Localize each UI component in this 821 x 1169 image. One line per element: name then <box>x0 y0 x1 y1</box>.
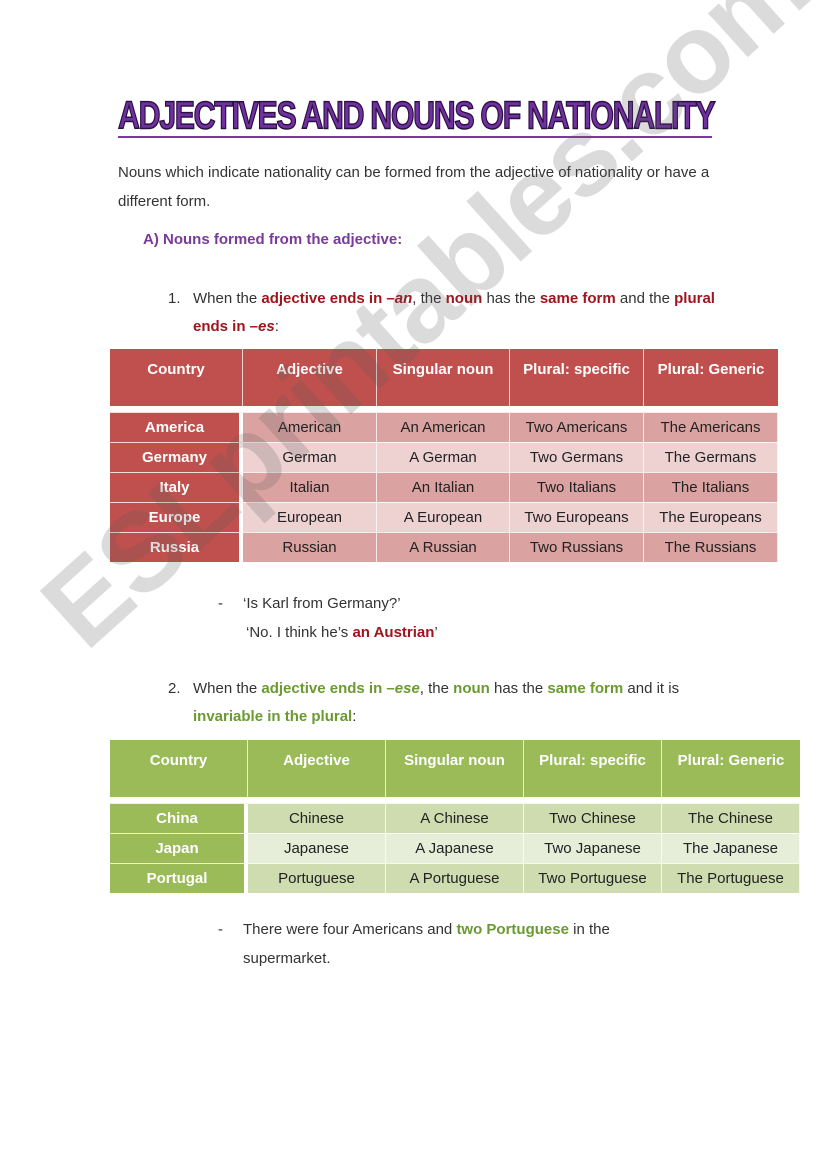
worksheet-page: ADJECTIVES AND NOUNS OF NATIONALITY Noun… <box>0 0 821 1169</box>
highlight: adjective ends in –ese <box>261 680 420 697</box>
column-header: Plural: Generic <box>662 740 800 797</box>
table-row: Portugal Portuguese A Portuguese Two Por… <box>110 863 800 893</box>
highlight: noun <box>445 290 483 307</box>
table-cell: The Germans <box>644 442 778 472</box>
example-1-line-2: ‘No. I think he’s an Austrian’ <box>246 624 438 641</box>
table-cell: Two Italians <box>510 472 644 502</box>
table-cell: European <box>243 502 377 532</box>
section-a-heading: A) Nouns formed from the adjective: <box>143 231 403 248</box>
table-cell: Two Americans <box>510 412 644 442</box>
table-cell: Two Portuguese <box>524 863 662 893</box>
table-cell: Two Chinese <box>524 803 662 833</box>
table-cell: The Portuguese <box>662 863 800 893</box>
country-cell: America <box>110 412 243 442</box>
highlight: an Austrian <box>352 624 435 641</box>
table-cell: The Europeans <box>644 502 778 532</box>
column-header: Plural: specific <box>510 349 644 406</box>
rule-2-number: 2. <box>168 680 181 697</box>
column-header: Plural: Generic <box>644 349 778 406</box>
country-cell: Japan <box>110 833 248 863</box>
country-cell: Germany <box>110 442 243 472</box>
table-row: Japan Japanese A Japanese Two Japanese T… <box>110 833 800 863</box>
table-cell: A German <box>377 442 510 472</box>
table-row: America American An American Two America… <box>110 412 778 442</box>
table-cell: A Portuguese <box>386 863 524 893</box>
column-header: Singular noun <box>377 349 510 406</box>
table-cell: The Italians <box>644 472 778 502</box>
table-cell: The Japanese <box>662 833 800 863</box>
rule-1-number: 1. <box>168 290 181 307</box>
rule-2-text: When the adjective ends in –ese, the nou… <box>193 680 680 725</box>
table-cell: Italian <box>243 472 377 502</box>
table-cell: The Russians <box>644 532 778 562</box>
column-header: Singular noun <box>386 740 524 797</box>
table-cell: German <box>243 442 377 472</box>
table-cell: Two Japanese <box>524 833 662 863</box>
highlight: adjective ends in –an <box>261 290 413 307</box>
page-title-text: ADJECTIVES AND NOUNS OF NATIONALITY <box>117 93 716 137</box>
highlight: noun <box>453 680 490 697</box>
table-cell: Japanese <box>248 833 386 863</box>
highlight: same form <box>547 680 624 697</box>
example-2: - There were four Americans and two Port… <box>218 915 678 973</box>
table-cell: Two Germans <box>510 442 644 472</box>
rule-1: 1. When the adjective ends in –an, the n… <box>168 285 728 341</box>
table-cell: A Japanese <box>386 833 524 863</box>
table-row: China Chinese A Chinese Two Chinese The … <box>110 803 800 833</box>
table-row: Russia Russian A Russian Two Russians Th… <box>110 532 778 562</box>
column-header: Country <box>110 349 243 406</box>
country-cell: Portugal <box>110 863 248 893</box>
column-header: Country <box>110 740 248 797</box>
table-cell: A Chinese <box>386 803 524 833</box>
column-header: Adjective <box>243 349 377 406</box>
table-cell: Chinese <box>248 803 386 833</box>
example-1: - ‘Is Karl from Germany?’ ‘No. I think h… <box>218 589 678 647</box>
page-title: ADJECTIVES AND NOUNS OF NATIONALITY <box>117 93 716 138</box>
table-cell: A European <box>377 502 510 532</box>
table-cell: An American <box>377 412 510 442</box>
example-2-text: There were four Americans and two Portug… <box>243 921 610 967</box>
example-1-line-1: ‘Is Karl from Germany?’ <box>243 595 401 612</box>
highlight: same form <box>539 290 616 307</box>
table-header-row: Country Adjective Singular noun Plural: … <box>110 740 800 797</box>
country-cell: Russia <box>110 532 243 562</box>
table-cell: The Americans <box>644 412 778 442</box>
table-row: Germany German A German Two Germans The … <box>110 442 778 472</box>
rule-1-text: When the adjective ends in –an, the noun… <box>193 290 715 335</box>
table-cell: Two Russians <box>510 532 644 562</box>
table-cell: Russian <box>243 532 377 562</box>
nationality-table-an: Country Adjective Singular noun Plural: … <box>110 349 778 562</box>
table-cell: American <box>243 412 377 442</box>
table-cell: Two Europeans <box>510 502 644 532</box>
intro-paragraph: Nouns which indicate nationality can be … <box>118 164 710 210</box>
table-cell: The Chinese <box>662 803 800 833</box>
column-header: Adjective <box>248 740 386 797</box>
country-cell: Italy <box>110 472 243 502</box>
country-cell: China <box>110 803 248 833</box>
table-header-row: Country Adjective Singular noun Plural: … <box>110 349 778 406</box>
highlight: two Portuguese <box>456 921 569 938</box>
rule-2: 2. When the adjective ends in –ese, the … <box>168 675 728 731</box>
country-cell: Europe <box>110 502 243 532</box>
table-row: Italy Italian An Italian Two Italians Th… <box>110 472 778 502</box>
nationality-table-ese: Country Adjective Singular noun Plural: … <box>110 740 800 893</box>
table-cell: Portuguese <box>248 863 386 893</box>
table-cell: An Italian <box>377 472 510 502</box>
highlight: invariable in the plural <box>193 708 353 725</box>
table-cell: A Russian <box>377 532 510 562</box>
table-row: Europe European A European Two Europeans… <box>110 502 778 532</box>
column-header: Plural: specific <box>524 740 662 797</box>
